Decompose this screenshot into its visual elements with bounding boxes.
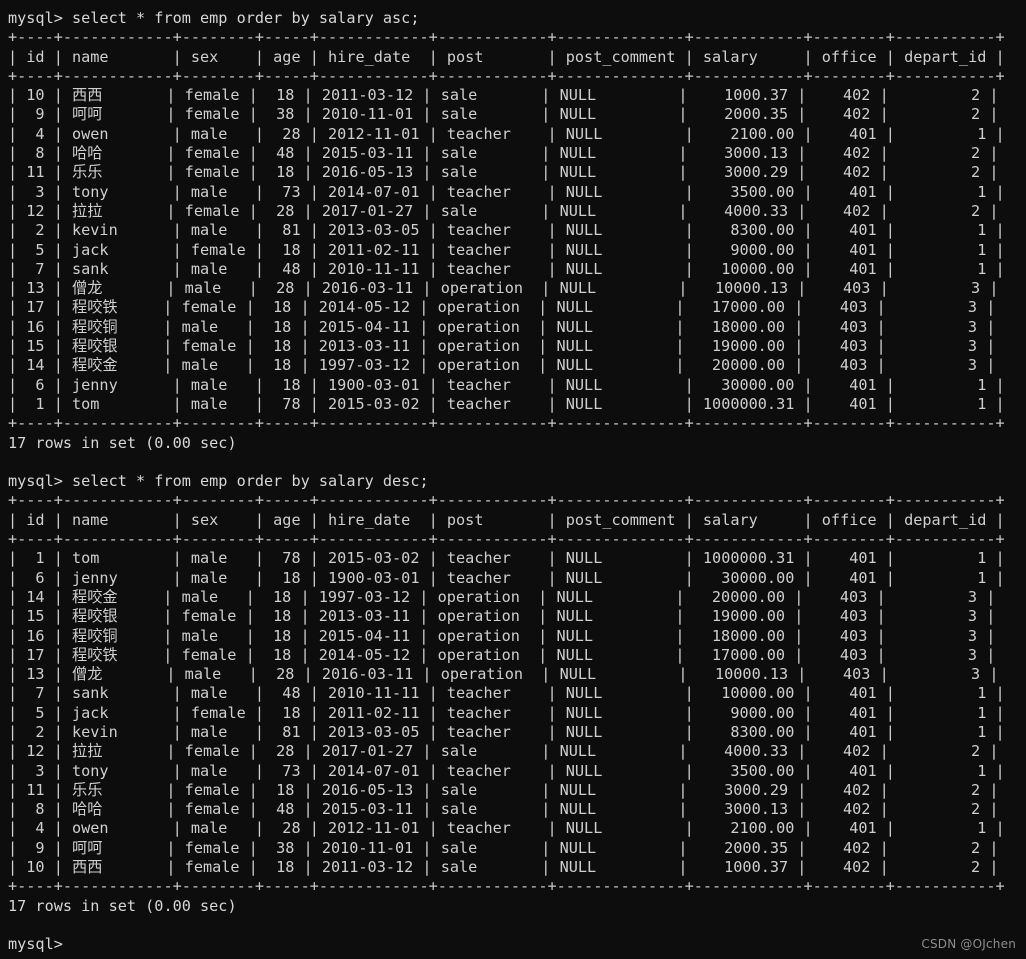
result-status-line: 17 rows in set (0.00 sec) [8, 896, 237, 915]
table-row: | 2 | kevin | male | 81 | 2013-03-05 | t… [8, 722, 1005, 741]
table-row: | 4 | owen | male | 28 | 2012-11-01 | te… [8, 124, 1005, 143]
table-row: | 10 | 西西 | female | 18 | 2011-03-12 | s… [8, 86, 999, 105]
table-row: | 6 | jenny | male | 18 | 1900-03-01 | t… [8, 568, 1005, 587]
table-row: | 5 | jack | female | 18 | 2011-02-11 | … [8, 703, 1005, 722]
table-row: | 15 | 程咬银 | female | 18 | 2013-03-11 | … [8, 337, 996, 356]
table-row: | 14 | 程咬金 | male | 18 | 1997-03-12 | op… [8, 587, 996, 606]
table-row: | 15 | 程咬银 | female | 18 | 2013-03-11 | … [8, 607, 996, 626]
terminal-prompt-line: mysql> [8, 935, 63, 954]
table-row: | 1 | tom | male | 78 | 2015-03-02 | tea… [8, 549, 1005, 568]
table-row: | 14 | 程咬金 | male | 18 | 1997-03-12 | op… [8, 356, 996, 375]
table-row: | 6 | jenny | male | 18 | 1900-03-01 | t… [8, 375, 1005, 394]
result-status-line: 17 rows in set (0.00 sec) [8, 433, 237, 452]
table-row: | 11 | 乐乐 | female | 18 | 2016-05-13 | s… [8, 163, 999, 182]
table-rule: +----+------------+--------+-----+------… [8, 530, 1005, 549]
table-row: | 17 | 程咬铁 | female | 18 | 2014-05-12 | … [8, 645, 996, 664]
table-row: | 3 | tony | male | 73 | 2014-07-01 | te… [8, 182, 1005, 201]
table-rule: +----+------------+--------+-----+------… [8, 28, 1005, 47]
table-rule: +----+------------+--------+-----+------… [8, 66, 1005, 85]
table-row: | 8 | 哈哈 | female | 48 | 2015-03-11 | sa… [8, 800, 999, 819]
terminal-command-line: mysql> select * from emp order by salary… [8, 9, 420, 27]
terminal-window[interactable]: mysql> select * from emp order by salary… [0, 0, 1026, 959]
table-row: | 10 | 西西 | female | 18 | 2011-03-12 | s… [8, 858, 999, 877]
table-rule: +----+------------+--------+-----+------… [8, 491, 1005, 510]
terminal-output: mysql> select * from emp order by salary… [8, 9, 1026, 955]
table-row: | 16 | 程咬铜 | male | 18 | 2015-04-11 | op… [8, 317, 996, 336]
table-row: | 1 | tom | male | 78 | 2015-03-02 | tea… [8, 394, 1005, 413]
table-row: | 13 | 僧龙 | male | 28 | 2016-03-11 | ope… [8, 279, 999, 298]
table-rule: +----+------------+--------+-----+------… [8, 414, 1005, 433]
table-rule: +----+------------+--------+-----+------… [8, 877, 1005, 896]
table-row: | 5 | jack | female | 18 | 2011-02-11 | … [8, 240, 1005, 259]
table-row: | 8 | 哈哈 | female | 48 | 2015-03-11 | sa… [8, 144, 999, 163]
table-row: | 9 | 呵呵 | female | 38 | 2010-11-01 | sa… [8, 838, 999, 857]
table-row: | 12 | 拉拉 | female | 28 | 2017-01-27 | s… [8, 742, 999, 761]
table-row: | 16 | 程咬铜 | male | 18 | 2015-04-11 | op… [8, 626, 996, 645]
table-row: | 13 | 僧龙 | male | 28 | 2016-03-11 | ope… [8, 665, 999, 684]
table-row: | 3 | tony | male | 73 | 2014-07-01 | te… [8, 761, 1005, 780]
table-row: | 12 | 拉拉 | female | 28 | 2017-01-27 | s… [8, 201, 999, 220]
table-header-row: | id | name | sex | age | hire_date | po… [8, 510, 1005, 529]
table-row: | 2 | kevin | male | 81 | 2013-03-05 | t… [8, 221, 1005, 240]
table-row: | 7 | sank | male | 48 | 2010-11-11 | te… [8, 259, 1005, 278]
table-row: | 9 | 呵呵 | female | 38 | 2010-11-01 | sa… [8, 105, 999, 124]
table-row: | 17 | 程咬铁 | female | 18 | 2014-05-12 | … [8, 298, 996, 317]
table-row: | 11 | 乐乐 | female | 18 | 2016-05-13 | s… [8, 780, 999, 799]
terminal-command-line: mysql> select * from emp order by salary… [8, 472, 429, 491]
table-row: | 4 | owen | male | 28 | 2012-11-01 | te… [8, 819, 1005, 838]
table-header-row: | id | name | sex | age | hire_date | po… [8, 47, 1005, 66]
watermark-label: CSDN @OJchen [921, 937, 1016, 951]
table-row: | 7 | sank | male | 48 | 2010-11-11 | te… [8, 684, 1005, 703]
